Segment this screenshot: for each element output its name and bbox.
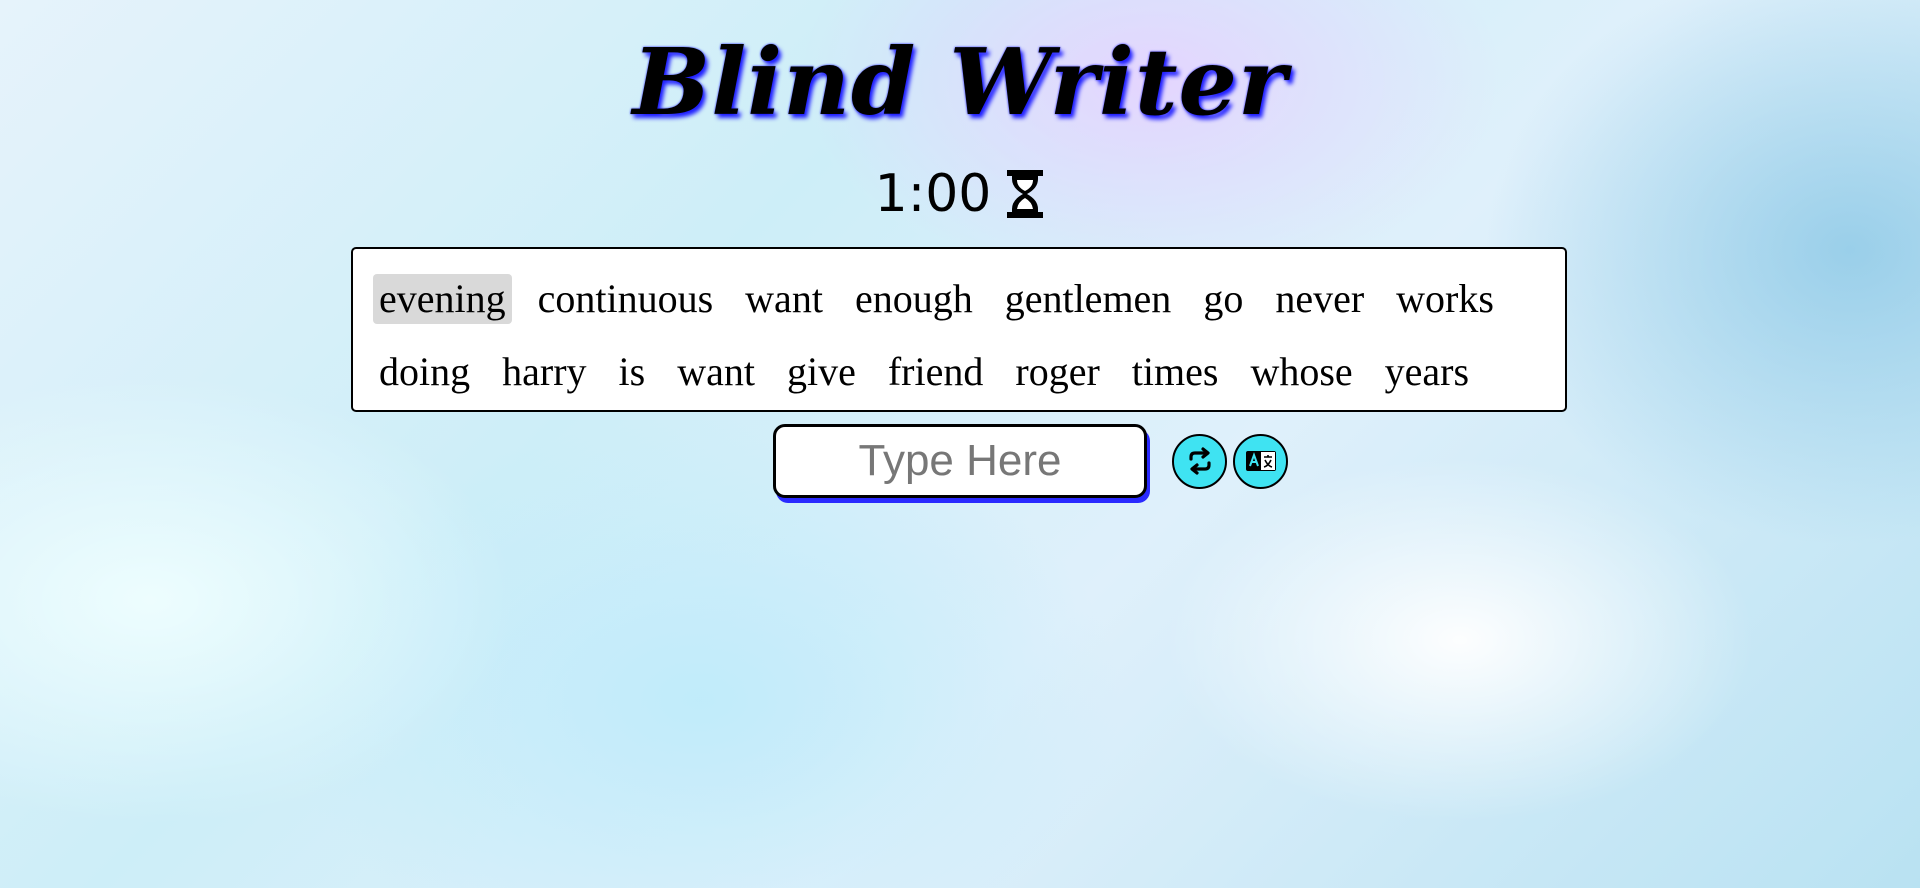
word-line: evening continuous want enough gentlemen… bbox=[373, 271, 1547, 326]
language-button[interactable] bbox=[1233, 433, 1288, 489]
word: want bbox=[677, 348, 755, 394]
word: friend bbox=[887, 348, 984, 394]
word: continuous bbox=[537, 275, 714, 321]
word: doing bbox=[379, 348, 471, 394]
timer-value: 1:00 bbox=[874, 164, 992, 224]
word: roger bbox=[1015, 348, 1100, 394]
word: never bbox=[1275, 275, 1365, 321]
word: is bbox=[618, 348, 646, 394]
words-display: evening continuous want enough gentlemen… bbox=[351, 247, 1567, 412]
hourglass-icon bbox=[1005, 168, 1045, 220]
word-active: evening bbox=[373, 273, 512, 324]
word: harry bbox=[502, 348, 587, 394]
repeat-icon bbox=[1185, 446, 1215, 476]
word: enough bbox=[854, 275, 973, 321]
word-line: doing harry is want give friend roger ti… bbox=[373, 344, 1547, 399]
word: years bbox=[1384, 348, 1470, 394]
input-row bbox=[773, 424, 1288, 498]
word: give bbox=[786, 348, 856, 394]
word: want bbox=[745, 275, 823, 321]
word: times bbox=[1131, 348, 1219, 394]
translate-icon bbox=[1245, 449, 1277, 473]
word: works bbox=[1396, 275, 1494, 321]
word: go bbox=[1203, 275, 1244, 321]
word: whose bbox=[1250, 348, 1353, 394]
restart-button[interactable] bbox=[1172, 433, 1227, 489]
type-input[interactable] bbox=[773, 424, 1147, 498]
timer: 1:00 bbox=[0, 163, 1920, 225]
app-title: Blind Writer bbox=[632, 28, 1288, 136]
word: gentlemen bbox=[1004, 275, 1172, 321]
